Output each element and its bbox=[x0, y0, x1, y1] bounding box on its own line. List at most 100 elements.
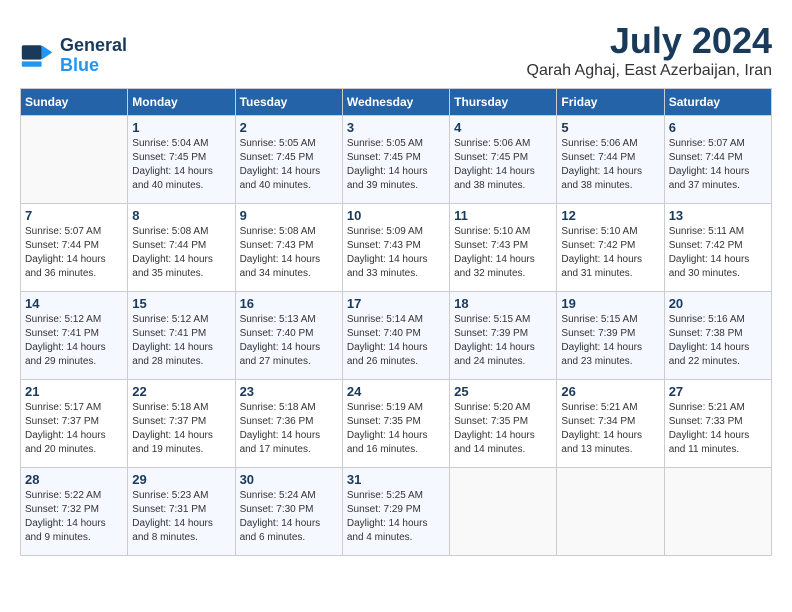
weekday-header: Tuesday bbox=[235, 89, 342, 116]
weekday-header: Monday bbox=[128, 89, 235, 116]
calendar-week-row: 1Sunrise: 5:04 AM Sunset: 7:45 PM Daylig… bbox=[21, 116, 772, 204]
cell-info: Sunrise: 5:11 AM Sunset: 7:42 PM Dayligh… bbox=[669, 225, 767, 281]
day-number: 16 bbox=[240, 296, 338, 311]
cell-info: Sunrise: 5:08 AM Sunset: 7:43 PM Dayligh… bbox=[240, 225, 338, 281]
calendar-week-row: 14 Sunrise: 5:12 AM Sunset: 7:41 PM Dayli… bbox=[21, 292, 772, 380]
page-subtitle: Qarah Aghaj, East Azerbaijan, Iran bbox=[527, 62, 772, 80]
cell-info: Sunrise: 5:10 AM Sunset: 7:43 PM Dayligh… bbox=[454, 225, 552, 281]
day-number: 14 bbox=[25, 296, 123, 311]
cell-info: Sunrise: 5:05 AM Sunset: 7:45 PM Dayligh… bbox=[240, 137, 338, 193]
day-number: 23 bbox=[240, 384, 338, 399]
calendar-cell: 11 Sunrise: 5:10 AM Sunset: 7:43 PM Dayli… bbox=[450, 204, 557, 292]
cell-info: Sunrise: 5:15 AM Sunset: 7:39 PM Dayligh… bbox=[561, 313, 659, 369]
calendar-cell bbox=[557, 468, 664, 556]
day-number: 9 bbox=[240, 208, 338, 223]
cell-info: Sunrise: 5:05 AM Sunset: 7:45 PM Dayligh… bbox=[347, 137, 445, 193]
cell-info: Sunrise: 5:25 AM Sunset: 7:29 PM Dayligh… bbox=[347, 489, 445, 545]
day-number: 27 bbox=[669, 384, 767, 399]
cell-info: Sunrise: 5:12 AM Sunset: 7:41 PM Dayligh… bbox=[132, 313, 230, 369]
calendar-cell: 27 Sunrise: 5:21 AM Sunset: 7:33 PM Dayli… bbox=[664, 380, 771, 468]
calendar-cell: 5 Sunrise: 5:06 AM Sunset: 7:44 PM Daylig… bbox=[557, 116, 664, 204]
cell-info: Sunrise: 5:22 AM Sunset: 7:32 PM Dayligh… bbox=[25, 489, 123, 545]
day-number: 20 bbox=[669, 296, 767, 311]
calendar-cell: 14 Sunrise: 5:12 AM Sunset: 7:41 PM Dayli… bbox=[21, 292, 128, 380]
cell-info: Sunrise: 5:21 AM Sunset: 7:33 PM Dayligh… bbox=[669, 401, 767, 457]
cell-info: Sunrise: 5:13 AM Sunset: 7:40 PM Dayligh… bbox=[240, 313, 338, 369]
logo-name: General Blue bbox=[60, 36, 127, 76]
logo: General Blue bbox=[20, 36, 127, 76]
calendar-cell: 23 Sunrise: 5:18 AM Sunset: 7:36 PM Dayli… bbox=[235, 380, 342, 468]
logo-icon bbox=[20, 38, 56, 74]
calendar-cell: 26 Sunrise: 5:21 AM Sunset: 7:34 PM Dayli… bbox=[557, 380, 664, 468]
day-number: 19 bbox=[561, 296, 659, 311]
calendar-table: SundayMondayTuesdayWednesdayThursdayFrid… bbox=[20, 88, 772, 556]
day-number: 26 bbox=[561, 384, 659, 399]
calendar-week-row: 7 Sunrise: 5:07 AM Sunset: 7:44 PM Daylig… bbox=[21, 204, 772, 292]
calendar-cell: 15 Sunrise: 5:12 AM Sunset: 7:41 PM Dayli… bbox=[128, 292, 235, 380]
day-number: 4 bbox=[454, 120, 552, 135]
weekday-header: Saturday bbox=[664, 89, 771, 116]
day-number: 3 bbox=[347, 120, 445, 135]
cell-info: Sunrise: 5:06 AM Sunset: 7:44 PM Dayligh… bbox=[561, 137, 659, 193]
cell-info: Sunrise: 5:15 AM Sunset: 7:39 PM Dayligh… bbox=[454, 313, 552, 369]
calendar-cell: 30Sunrise: 5:24 AM Sunset: 7:30 PM Dayli… bbox=[235, 468, 342, 556]
calendar-cell: 31 Sunrise: 5:25 AM Sunset: 7:29 PM Dayli… bbox=[342, 468, 449, 556]
calendar-cell: 21Sunrise: 5:17 AM Sunset: 7:37 PM Dayli… bbox=[21, 380, 128, 468]
calendar-cell: 9 Sunrise: 5:08 AM Sunset: 7:43 PM Daylig… bbox=[235, 204, 342, 292]
page-title: July 2024 bbox=[527, 20, 772, 62]
day-number: 31 bbox=[347, 472, 445, 487]
cell-info: Sunrise: 5:17 AM Sunset: 7:37 PM Dayligh… bbox=[25, 401, 123, 457]
day-number: 7 bbox=[25, 208, 123, 223]
cell-info: Sunrise: 5:12 AM Sunset: 7:41 PM Dayligh… bbox=[25, 313, 123, 369]
calendar-body: 1Sunrise: 5:04 AM Sunset: 7:45 PM Daylig… bbox=[21, 116, 772, 556]
calendar-cell bbox=[450, 468, 557, 556]
calendar-cell bbox=[21, 116, 128, 204]
cell-info: Sunrise: 5:18 AM Sunset: 7:37 PM Dayligh… bbox=[132, 401, 230, 457]
day-number: 12 bbox=[561, 208, 659, 223]
cell-info: Sunrise: 5:21 AM Sunset: 7:34 PM Dayligh… bbox=[561, 401, 659, 457]
calendar-cell: 13 Sunrise: 5:11 AM Sunset: 7:42 PM Dayli… bbox=[664, 204, 771, 292]
cell-info: Sunrise: 5:09 AM Sunset: 7:43 PM Dayligh… bbox=[347, 225, 445, 281]
weekday-header: Friday bbox=[557, 89, 664, 116]
calendar-cell: 8 Sunrise: 5:08 AM Sunset: 7:44 PM Daylig… bbox=[128, 204, 235, 292]
day-number: 8 bbox=[132, 208, 230, 223]
calendar-cell: 4 Sunrise: 5:06 AM Sunset: 7:45 PM Daylig… bbox=[450, 116, 557, 204]
cell-info: Sunrise: 5:24 AM Sunset: 7:30 PM Dayligh… bbox=[240, 489, 338, 545]
cell-info: Sunrise: 5:23 AM Sunset: 7:31 PM Dayligh… bbox=[132, 489, 230, 545]
day-number: 24 bbox=[347, 384, 445, 399]
calendar-cell: 28 Sunrise: 5:22 AM Sunset: 7:32 PM Dayli… bbox=[21, 468, 128, 556]
day-number: 2 bbox=[240, 120, 338, 135]
day-number: 28 bbox=[25, 472, 123, 487]
weekday-header: Thursday bbox=[450, 89, 557, 116]
cell-info: Sunrise: 5:14 AM Sunset: 7:40 PM Dayligh… bbox=[347, 313, 445, 369]
calendar-cell: 1Sunrise: 5:04 AM Sunset: 7:45 PM Daylig… bbox=[128, 116, 235, 204]
cell-info: Sunrise: 5:07 AM Sunset: 7:44 PM Dayligh… bbox=[669, 137, 767, 193]
cell-info: Sunrise: 5:04 AM Sunset: 7:45 PM Dayligh… bbox=[132, 137, 230, 193]
calendar-cell: 16 Sunrise: 5:13 AM Sunset: 7:40 PM Dayli… bbox=[235, 292, 342, 380]
day-number: 22 bbox=[132, 384, 230, 399]
cell-info: Sunrise: 5:07 AM Sunset: 7:44 PM Dayligh… bbox=[25, 225, 123, 281]
cell-info: Sunrise: 5:19 AM Sunset: 7:35 PM Dayligh… bbox=[347, 401, 445, 457]
day-number: 10 bbox=[347, 208, 445, 223]
cell-info: Sunrise: 5:10 AM Sunset: 7:42 PM Dayligh… bbox=[561, 225, 659, 281]
day-number: 11 bbox=[454, 208, 552, 223]
calendar-cell: 2 Sunrise: 5:05 AM Sunset: 7:45 PM Daylig… bbox=[235, 116, 342, 204]
day-number: 18 bbox=[454, 296, 552, 311]
title-area: July 2024 Qarah Aghaj, East Azerbaijan, … bbox=[527, 20, 772, 80]
cell-info: Sunrise: 5:16 AM Sunset: 7:38 PM Dayligh… bbox=[669, 313, 767, 369]
day-number: 5 bbox=[561, 120, 659, 135]
cell-info: Sunrise: 5:18 AM Sunset: 7:36 PM Dayligh… bbox=[240, 401, 338, 457]
calendar-cell: 12 Sunrise: 5:10 AM Sunset: 7:42 PM Dayli… bbox=[557, 204, 664, 292]
day-number: 15 bbox=[132, 296, 230, 311]
day-number: 17 bbox=[347, 296, 445, 311]
calendar-week-row: 28 Sunrise: 5:22 AM Sunset: 7:32 PM Dayli… bbox=[21, 468, 772, 556]
cell-info: Sunrise: 5:08 AM Sunset: 7:44 PM Dayligh… bbox=[132, 225, 230, 281]
cell-info: Sunrise: 5:06 AM Sunset: 7:45 PM Dayligh… bbox=[454, 137, 552, 193]
day-number: 25 bbox=[454, 384, 552, 399]
day-number: 13 bbox=[669, 208, 767, 223]
calendar-cell: 25 Sunrise: 5:20 AM Sunset: 7:35 PM Dayli… bbox=[450, 380, 557, 468]
calendar-header: SundayMondayTuesdayWednesdayThursdayFrid… bbox=[21, 89, 772, 116]
calendar-cell: 22 Sunrise: 5:18 AM Sunset: 7:37 PM Dayli… bbox=[128, 380, 235, 468]
cell-info: Sunrise: 5:20 AM Sunset: 7:35 PM Dayligh… bbox=[454, 401, 552, 457]
day-number: 6 bbox=[669, 120, 767, 135]
